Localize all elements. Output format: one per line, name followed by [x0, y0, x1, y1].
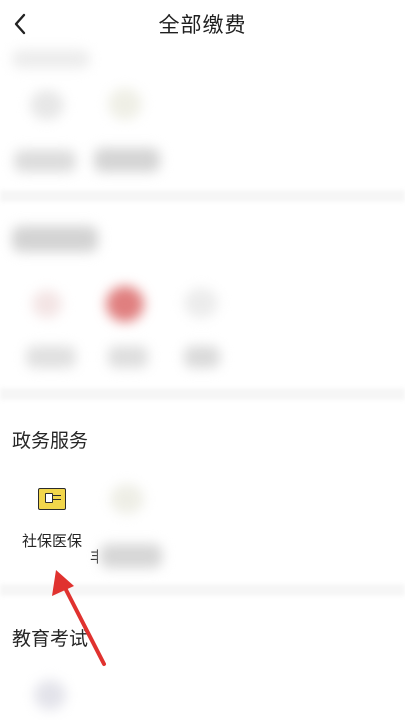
red-arrow-pointer: [52, 570, 106, 666]
